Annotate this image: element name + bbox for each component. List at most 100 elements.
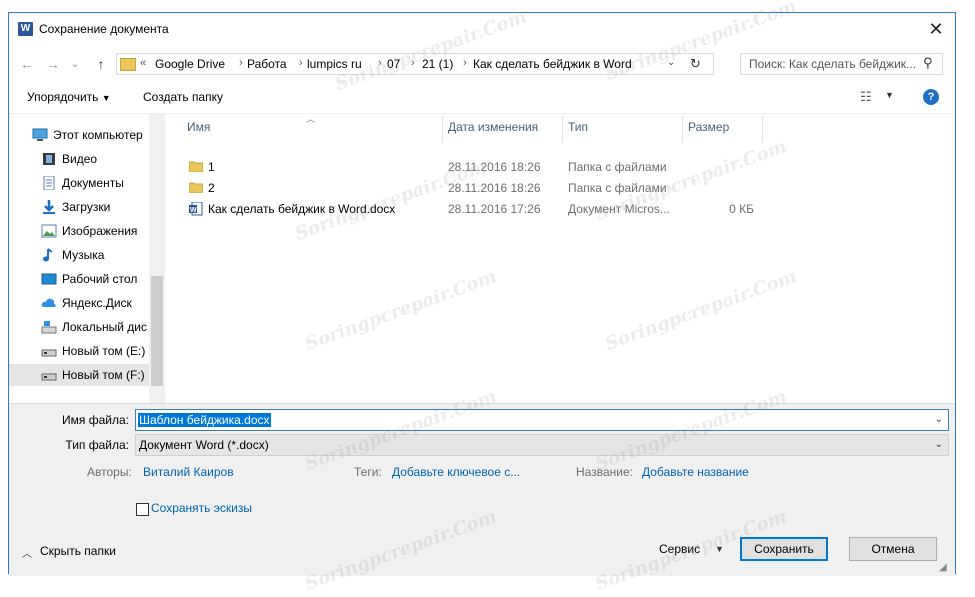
pictures-icon (41, 224, 57, 238)
chevron-up-icon[interactable]: ︿ (22, 545, 32, 560)
chevron-down-icon[interactable]: ⌄ (935, 414, 943, 425)
column-header-type[interactable]: Тип (568, 120, 588, 140)
resize-grip-icon[interactable]: ◢ (939, 562, 947, 573)
breadcrumb-item[interactable]: lumpics ru (307, 57, 362, 71)
address-bar[interactable]: « Google Drive › Работа › lumpics ru › 0… (116, 53, 714, 75)
search-icon[interactable]: ⚲ (923, 55, 933, 71)
column-divider[interactable] (762, 116, 763, 142)
column-divider[interactable] (562, 116, 563, 142)
sidebar-item-desktop[interactable]: Рабочий стол (9, 268, 149, 290)
music-icon (41, 248, 57, 262)
sidebar-item-label: Новый том (E:) (62, 344, 146, 358)
documents-icon (41, 175, 57, 191)
word-app-icon: W (18, 22, 33, 36)
save-thumbnails-checkbox[interactable] (136, 503, 149, 516)
tools-menu-button[interactable]: Сервис (659, 542, 700, 556)
save-button[interactable]: Сохранить (740, 537, 828, 561)
back-button[interactable]: ← (17, 53, 37, 75)
sidebar-item-this-pc[interactable]: Этот компьютер (9, 124, 149, 146)
overflow-chevron-icon[interactable]: « (140, 57, 146, 69)
sidebar-item-downloads[interactable]: Загрузки (9, 196, 149, 218)
refresh-icon[interactable]: ↻ (690, 56, 701, 72)
save-thumbnails-label[interactable]: Сохранять эскизы (151, 501, 252, 515)
sidebar-scrollbar[interactable] (149, 114, 165, 404)
column-divider[interactable] (682, 116, 683, 142)
breadcrumb-item[interactable]: Работа (247, 57, 287, 71)
sort-indicator-icon: ︿ (306, 114, 316, 124)
filename-value[interactable]: Шаблон бейджика.docx (138, 413, 271, 427)
file-row[interactable]: W Как сделать бейджик в Word.docx 28.11.… (184, 199, 764, 219)
forward-button[interactable]: → (43, 53, 63, 75)
file-name: 2 (208, 181, 215, 195)
new-folder-button[interactable]: Создать папку (143, 90, 223, 104)
breadcrumb-item[interactable]: Google Drive (155, 57, 225, 71)
dropdown-arrow-icon: ▼ (101, 93, 111, 103)
chevron-right-icon[interactable]: › (411, 57, 415, 69)
chevron-down-icon[interactable]: ⌄ (935, 439, 943, 450)
up-button[interactable]: ↑ (91, 53, 111, 75)
breadcrumb-item[interactable]: 21 (1) (422, 57, 453, 71)
filename-label: Имя файла: (62, 413, 129, 427)
save-dialog: W Сохранение документа ✕ ← → ⌄ ↑ « Googl… (8, 12, 956, 576)
search-box[interactable]: Поиск: Как сделать бейджик... ⚲ (740, 53, 943, 75)
sidebar-item-label: Локальный дис (62, 320, 147, 334)
word-doc-icon: W (189, 201, 203, 216)
desktop-icon (41, 272, 57, 286)
chevron-right-icon[interactable]: › (463, 57, 467, 69)
authors-value[interactable]: Виталий Каиров (143, 465, 234, 479)
close-button[interactable]: ✕ (921, 17, 951, 41)
column-header-date[interactable]: Дата изменения (448, 120, 538, 140)
breadcrumb-item[interactable]: Как сделать бейджик в Word (473, 57, 632, 71)
chevron-right-icon[interactable]: › (239, 57, 243, 69)
sidebar-item-music[interactable]: Музыка (9, 244, 149, 266)
file-type: Документ Micros... (568, 202, 670, 216)
filetype-select[interactable]: Документ Word (*.docx) ⌄ (135, 434, 949, 456)
folder-icon (188, 181, 204, 194)
search-input[interactable]: Поиск: Как сделать бейджик... (749, 57, 916, 71)
browser-area: Этот компьютер Видео Документы Загрузки … (9, 113, 955, 404)
filetype-value: Документ Word (*.docx) (139, 438, 269, 452)
tags-value[interactable]: Добавьте ключевое с... (392, 465, 520, 479)
sidebar-item-documents[interactable]: Документы (9, 172, 149, 194)
sidebar-item-local-disk[interactable]: Локальный дис (9, 316, 149, 338)
sidebar-item-video[interactable]: Видео (9, 148, 149, 170)
hide-folders-button[interactable]: Скрыть папки (40, 544, 116, 558)
cancel-button[interactable]: Отмена (849, 537, 937, 561)
sidebar-item-yandex-disk[interactable]: Яндекс.Диск (9, 292, 149, 314)
view-options-icon[interactable]: ☷ (860, 89, 872, 105)
window-title: Сохранение документа (39, 22, 169, 36)
title-bar: W Сохранение документа ✕ (9, 13, 955, 45)
breadcrumb-item[interactable]: 07 (387, 57, 400, 71)
folder-icon (120, 58, 136, 71)
sidebar-item-label: Музыка (62, 248, 105, 262)
local-disk-icon (41, 320, 57, 334)
sidebar-item-label: Изображения (62, 224, 138, 238)
sidebar-item-drive-f[interactable]: Новый том (F:) (9, 364, 156, 386)
svg-text:W: W (190, 207, 197, 214)
cloud-icon (41, 296, 57, 310)
organize-label: Упорядочить (27, 90, 99, 104)
file-name: 1 (208, 160, 215, 174)
recent-locations-button[interactable]: ⌄ (65, 53, 85, 75)
help-icon[interactable]: ? (923, 89, 939, 105)
column-header-name[interactable]: Имя (187, 120, 210, 140)
organize-menu-button[interactable]: Упорядочить ▼ (27, 90, 111, 104)
navigation-pane: Этот компьютер Видео Документы Загрузки … (9, 114, 165, 404)
file-row[interactable]: 1 28.11.2016 18:26 Папка с файлами (184, 157, 764, 177)
chevron-down-icon[interactable]: ⌄ (667, 57, 675, 68)
filename-field[interactable]: Шаблон бейджика.docx ⌄ (135, 409, 949, 431)
file-name: Как сделать бейджик в Word.docx (208, 202, 396, 216)
sidebar-item-pictures[interactable]: Изображения (9, 220, 149, 242)
downloads-icon (41, 200, 57, 214)
sidebar-item-drive-e[interactable]: Новый том (E:) (9, 340, 149, 362)
chevron-right-icon[interactable]: › (299, 57, 303, 69)
column-header-size[interactable]: Размер (688, 120, 729, 140)
title-value[interactable]: Добавьте название (642, 465, 749, 479)
scrollbar-thumb[interactable] (151, 276, 163, 386)
dropdown-arrow-icon[interactable]: ▼ (715, 544, 724, 554)
column-divider[interactable] (442, 116, 443, 142)
chevron-right-icon[interactable]: › (378, 57, 382, 69)
command-bar: Упорядочить ▼ Создать папку ☷ ▼ ? (9, 85, 955, 111)
view-dropdown-icon[interactable]: ▼ (885, 90, 894, 100)
file-row[interactable]: 2 28.11.2016 18:26 Папка с файлами (184, 178, 764, 198)
